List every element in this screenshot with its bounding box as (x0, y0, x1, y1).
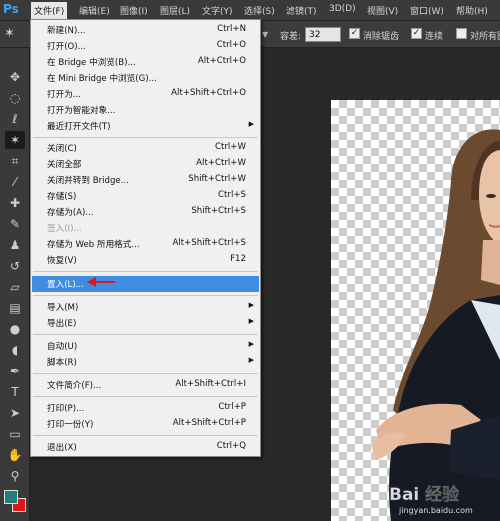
submenu-arrow-icon: ▶ (248, 301, 254, 309)
menu-filter[interactable]: 滤镜(T) (283, 3, 320, 18)
magic-wand-icon[interactable]: ✶ (4, 26, 20, 42)
menu-image[interactable]: 图像(I) (117, 3, 151, 18)
menu-item-browse-bridge[interactable]: 在 Bridge 中浏览(B)... Alt+Ctrl+O (32, 54, 259, 70)
submenu-arrow-icon: ▶ (248, 340, 254, 348)
menu-item-place[interactable]: 置入(L)... (32, 276, 259, 292)
contiguous-label: 连续 (425, 32, 444, 42)
magic-wand-tool-icon[interactable]: ✶ (5, 131, 25, 149)
portrait-image (371, 129, 500, 521)
menu-separator (33, 137, 258, 138)
menu-item-automate[interactable]: 自动(U) ▶ (32, 338, 259, 354)
menu-item-close-go-bridge[interactable]: 关闭并转到 Bridge... Shift+Ctrl+W (32, 172, 259, 188)
menu-separator (33, 334, 258, 335)
tolerance-label: 容差: (280, 32, 302, 42)
menu-item-scripts[interactable]: 脚本(R) ▶ (32, 354, 259, 370)
tools-panel: ✥ ◌ ℓ ✶ ⌗ ⁄ ✚ ✎ ♟ ↺ ▱ ▤ ● ◖ ✒ T ➤ ▭ ✋ ⚲ (0, 48, 30, 521)
zoom-tool-icon[interactable]: ⚲ (5, 467, 25, 485)
history-brush-tool-icon[interactable]: ↺ (5, 257, 25, 275)
contiguous-checkbox[interactable]: ✓ (411, 28, 422, 39)
anti-alias-label: 消除锯齿 (363, 32, 400, 42)
type-tool-icon[interactable]: T (5, 383, 25, 401)
pointer-arrow-icon (87, 277, 115, 287)
menu-item-file-info[interactable]: 文件简介(F)... Alt+Shift+Ctrl+I (32, 377, 259, 393)
menu-separator (33, 435, 258, 436)
menu-help[interactable]: 帮助(H) (453, 3, 491, 18)
eyedropper-tool-icon[interactable]: ⁄ (5, 173, 25, 191)
menu-item-import[interactable]: 导入(M) ▶ (32, 299, 259, 315)
lasso-tool-icon[interactable]: ℓ (5, 110, 25, 128)
menu-layer[interactable]: 图层(L) (157, 3, 193, 18)
menu-item-open-as[interactable]: 打开为... Alt+Shift+Ctrl+O (32, 86, 259, 102)
menu-item-browse-mini-bridge[interactable]: 在 Mini Bridge 中浏览(G)... (32, 70, 259, 86)
all-layers-checkbox[interactable] (456, 28, 467, 39)
healing-brush-tool-icon[interactable]: ✚ (5, 194, 25, 212)
menu-item-print-one-copy[interactable]: 打印一份(Y) Alt+Shift+Ctrl+P (32, 416, 259, 432)
path-selection-tool-icon[interactable]: ➤ (5, 404, 25, 422)
menu-item-new[interactable]: 新建(N)... Ctrl+N (32, 22, 259, 38)
menu-file[interactable]: 文件(F) (31, 2, 68, 19)
watermark-url: jingyan.baidu.com (398, 506, 473, 515)
menu-item-recent-files[interactable]: 最近打开文件(T) ▶ (32, 118, 259, 134)
blur-tool-icon[interactable]: ● (5, 320, 25, 338)
menu-separator (33, 373, 258, 374)
menu-item-check-in: 签入(I)... (47, 224, 82, 234)
pen-tool-icon[interactable]: ✒ (5, 362, 25, 380)
menu-item-print[interactable]: 打印(P)... Ctrl+P (32, 400, 259, 416)
menu-item-exit[interactable]: 退出(X) Ctrl+Q (32, 439, 259, 455)
clone-stamp-tool-icon[interactable]: ♟ (5, 236, 25, 254)
chevron-down-icon[interactable]: ▼ (262, 30, 268, 39)
menu-item-open[interactable]: 打开(O)... Ctrl+O (32, 38, 259, 54)
menu-separator (33, 295, 258, 296)
tolerance-input[interactable] (305, 27, 341, 42)
file-menu-dropdown: 新建(N)... Ctrl+N 打开(O)... Ctrl+O 在 Bridge… (30, 19, 261, 457)
submenu-arrow-icon: ▶ (248, 317, 254, 325)
menu-bar: Ps 文件(F) 编辑(E) 图像(I) 图层(L) 文字(Y) 选择(S) 滤… (0, 0, 500, 21)
anti-alias-checkbox[interactable]: ✓ (349, 28, 360, 39)
menu-3d[interactable]: 3D(D) (326, 3, 359, 18)
move-tool-icon[interactable]: ✥ (5, 68, 25, 86)
submenu-arrow-icon: ▶ (248, 120, 254, 128)
menu-item-save[interactable]: 存储(S) Ctrl+S (32, 188, 259, 204)
menu-item-close[interactable]: 关闭(C) Ctrl+W (32, 140, 259, 156)
document-canvas[interactable] (331, 100, 500, 521)
menu-window[interactable]: 窗口(W) (407, 3, 447, 18)
marquee-tool-icon[interactable]: ◌ (5, 89, 25, 107)
menu-separator (33, 396, 258, 397)
shape-tool-icon[interactable]: ▭ (5, 425, 25, 443)
foreground-color-swatch[interactable] (4, 490, 18, 504)
photoshop-logo: Ps (3, 2, 19, 16)
menu-type[interactable]: 文字(Y) (199, 3, 236, 18)
gradient-tool-icon[interactable]: ▤ (5, 299, 25, 317)
submenu-arrow-icon: ▶ (248, 356, 254, 364)
crop-tool-icon[interactable]: ⌗ (5, 152, 25, 170)
eraser-tool-icon[interactable]: ▱ (5, 278, 25, 296)
menu-view[interactable]: 视图(V) (364, 3, 401, 18)
hand-tool-icon[interactable]: ✋ (5, 446, 25, 464)
watermark-text: Bai 经验 (389, 484, 460, 505)
menu-item-revert[interactable]: 恢复(V) F12 (32, 252, 259, 268)
menu-separator (33, 271, 258, 272)
menu-item-open-smart-object[interactable]: 打开为智能对象... (32, 102, 259, 118)
dodge-tool-icon[interactable]: ◖ (5, 341, 25, 359)
menu-item-save-as[interactable]: 存储为(A)... Shift+Ctrl+S (32, 204, 259, 220)
menu-item-export[interactable]: 导出(E) ▶ (32, 315, 259, 331)
baidu-watermark: Bai 经验 jingyan.baidu.com (389, 484, 473, 515)
menu-item-close-all[interactable]: 关闭全部 Alt+Ctrl+W (32, 156, 259, 172)
menu-select[interactable]: 选择(S) (241, 3, 278, 18)
all-layers-label: 对所有图 (470, 32, 500, 42)
menu-item-save-for-web[interactable]: 存储为 Web 所用格式... Alt+Shift+Ctrl+S (32, 236, 259, 252)
brush-tool-icon[interactable]: ✎ (5, 215, 25, 233)
menu-edit[interactable]: 编辑(E) (76, 3, 113, 18)
